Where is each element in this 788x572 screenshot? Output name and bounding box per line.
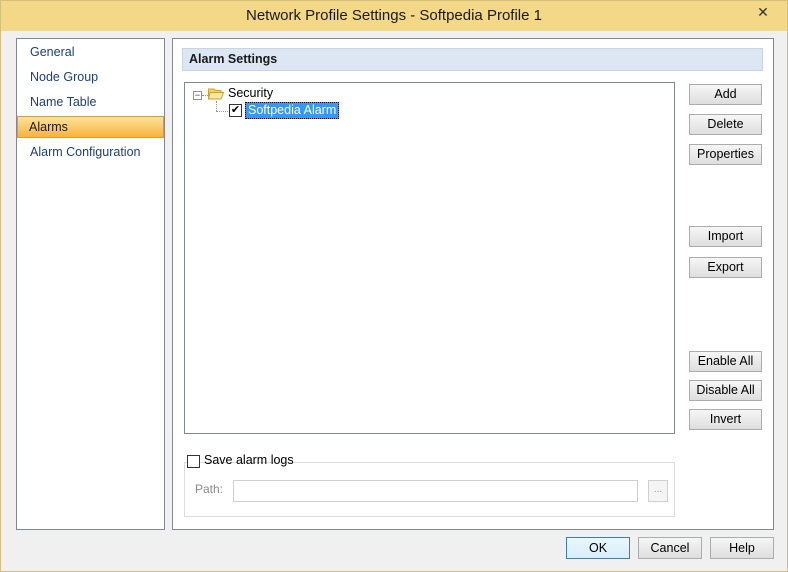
- save-alarm-logs-checkbox[interactable]: [187, 455, 200, 468]
- browse-button[interactable]: ...: [648, 480, 668, 502]
- export-button[interactable]: Export: [689, 257, 762, 278]
- title-bar[interactable]: Network Profile Settings - Softpedia Pro…: [1, 1, 787, 31]
- nav-item-alarm-configuration[interactable]: Alarm Configuration: [19, 141, 162, 163]
- close-icon[interactable]: ✕: [746, 2, 780, 22]
- cancel-button[interactable]: Cancel: [638, 537, 702, 559]
- help-button[interactable]: Help: [710, 537, 774, 559]
- nav-item-name-table[interactable]: Name Table: [19, 91, 162, 113]
- nav-item-node-group[interactable]: Node Group: [19, 66, 162, 88]
- nav-item-general[interactable]: General: [19, 41, 162, 63]
- alarm-settings-panel: Alarm Settings − Security ✔ Softpedia Al…: [172, 38, 774, 530]
- section-title: Alarm Settings: [182, 48, 763, 71]
- nav-item-alarms[interactable]: Alarms: [17, 116, 164, 138]
- tree-node-security[interactable]: Security: [228, 86, 273, 100]
- import-button[interactable]: Import: [689, 226, 762, 247]
- disable-all-button[interactable]: Disable All: [689, 380, 762, 401]
- tree-connector: [216, 111, 228, 112]
- enable-all-button[interactable]: Enable All: [689, 351, 762, 372]
- path-input[interactable]: [233, 480, 638, 502]
- collapse-icon[interactable]: −: [193, 91, 202, 100]
- path-label: Path:: [195, 482, 224, 496]
- tree-node-softpedia-alarm[interactable]: Softpedia Alarm: [245, 102, 340, 119]
- alarm-enabled-checkbox[interactable]: ✔: [229, 104, 242, 117]
- settings-nav: General Node Group Name Table Alarms Ala…: [16, 38, 165, 530]
- save-alarm-logs-label: Save alarm logs: [204, 453, 294, 467]
- alarm-logs-group: Path: ...: [184, 462, 675, 517]
- invert-button[interactable]: Invert: [689, 409, 762, 430]
- folder-icon: [208, 88, 224, 100]
- add-button[interactable]: Add: [689, 84, 762, 105]
- tree-connector: [216, 101, 217, 111]
- ok-button[interactable]: OK: [566, 537, 630, 559]
- delete-button[interactable]: Delete: [689, 114, 762, 135]
- dialog-window: Network Profile Settings - Softpedia Pro…: [0, 0, 788, 572]
- window-title: Network Profile Settings - Softpedia Pro…: [246, 7, 542, 24]
- properties-button[interactable]: Properties: [689, 144, 762, 165]
- alarm-tree[interactable]: − Security ✔ Softpedia Alarm: [184, 82, 675, 434]
